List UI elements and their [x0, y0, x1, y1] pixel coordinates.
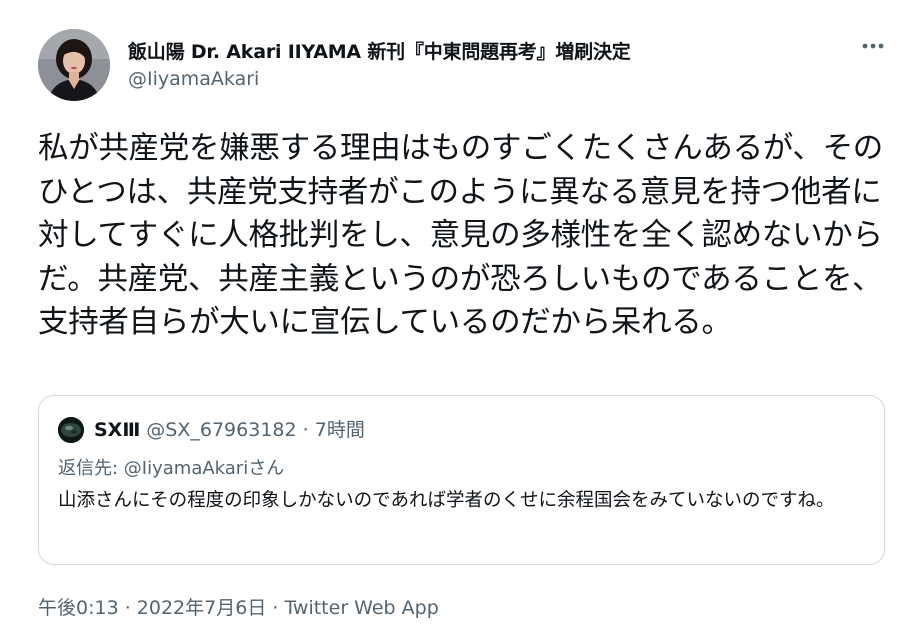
author-avatar[interactable]: [38, 29, 110, 101]
avatar-image: [38, 29, 110, 101]
author-handle[interactable]: @IiyamaAkari: [128, 68, 259, 90]
tweet-source[interactable]: Twitter Web App: [284, 597, 438, 619]
meta-separator: ·: [118, 597, 137, 619]
quoted-tweet[interactable]: SXⅢ @SX_67963182 · 7時間 返信先: @IiyamaAkariさ…: [38, 395, 885, 565]
reply-suffix: さん: [248, 458, 285, 479]
quoted-tweet-time[interactable]: 7時間: [315, 419, 365, 441]
reply-mention-link[interactable]: @IiyamaAkari: [124, 458, 248, 479]
reply-prefix: 返信先:: [58, 458, 124, 479]
tweet-card: 飯山陽 Dr. Akari IIYAMA 新刊『中東問題再考』増刷決定 @Iiy…: [0, 0, 917, 629]
author-display-name[interactable]: 飯山陽 Dr. Akari IIYAMA 新刊『中東問題再考』増刷決定: [128, 37, 631, 64]
quoted-reply-context: 返信先: @IiyamaAkariさん: [58, 454, 284, 480]
quoted-tweet-header: SXⅢ @SX_67963182 · 7時間: [94, 417, 365, 443]
meta-separator: ·: [266, 597, 285, 619]
tweet-time[interactable]: 午後0:13: [38, 597, 119, 619]
tweet-date[interactable]: 2022年7月6日: [137, 597, 267, 619]
quoted-avatar-image: [58, 417, 84, 443]
quoted-meta-separator: ·: [302, 419, 309, 441]
quoted-tweet-text: 山添さんにその程度の印象しかないのであれば学者のくせに余程国会をみていないのです…: [58, 490, 835, 511]
more-horizontal-icon[interactable]: [858, 36, 888, 56]
tweet-body-text: 私が共産党を嫌悪する理由はものすごくたくさんあるが、そのひとつは、共産党支持者が…: [38, 131, 883, 340]
quoted-author-handle[interactable]: @SX_67963182: [146, 419, 296, 441]
tweet-metadata: 午後0:13 · 2022年7月6日 · Twitter Web App: [38, 593, 439, 620]
quoted-author-name[interactable]: SXⅢ: [94, 419, 140, 441]
quoted-author-avatar[interactable]: [58, 417, 84, 443]
